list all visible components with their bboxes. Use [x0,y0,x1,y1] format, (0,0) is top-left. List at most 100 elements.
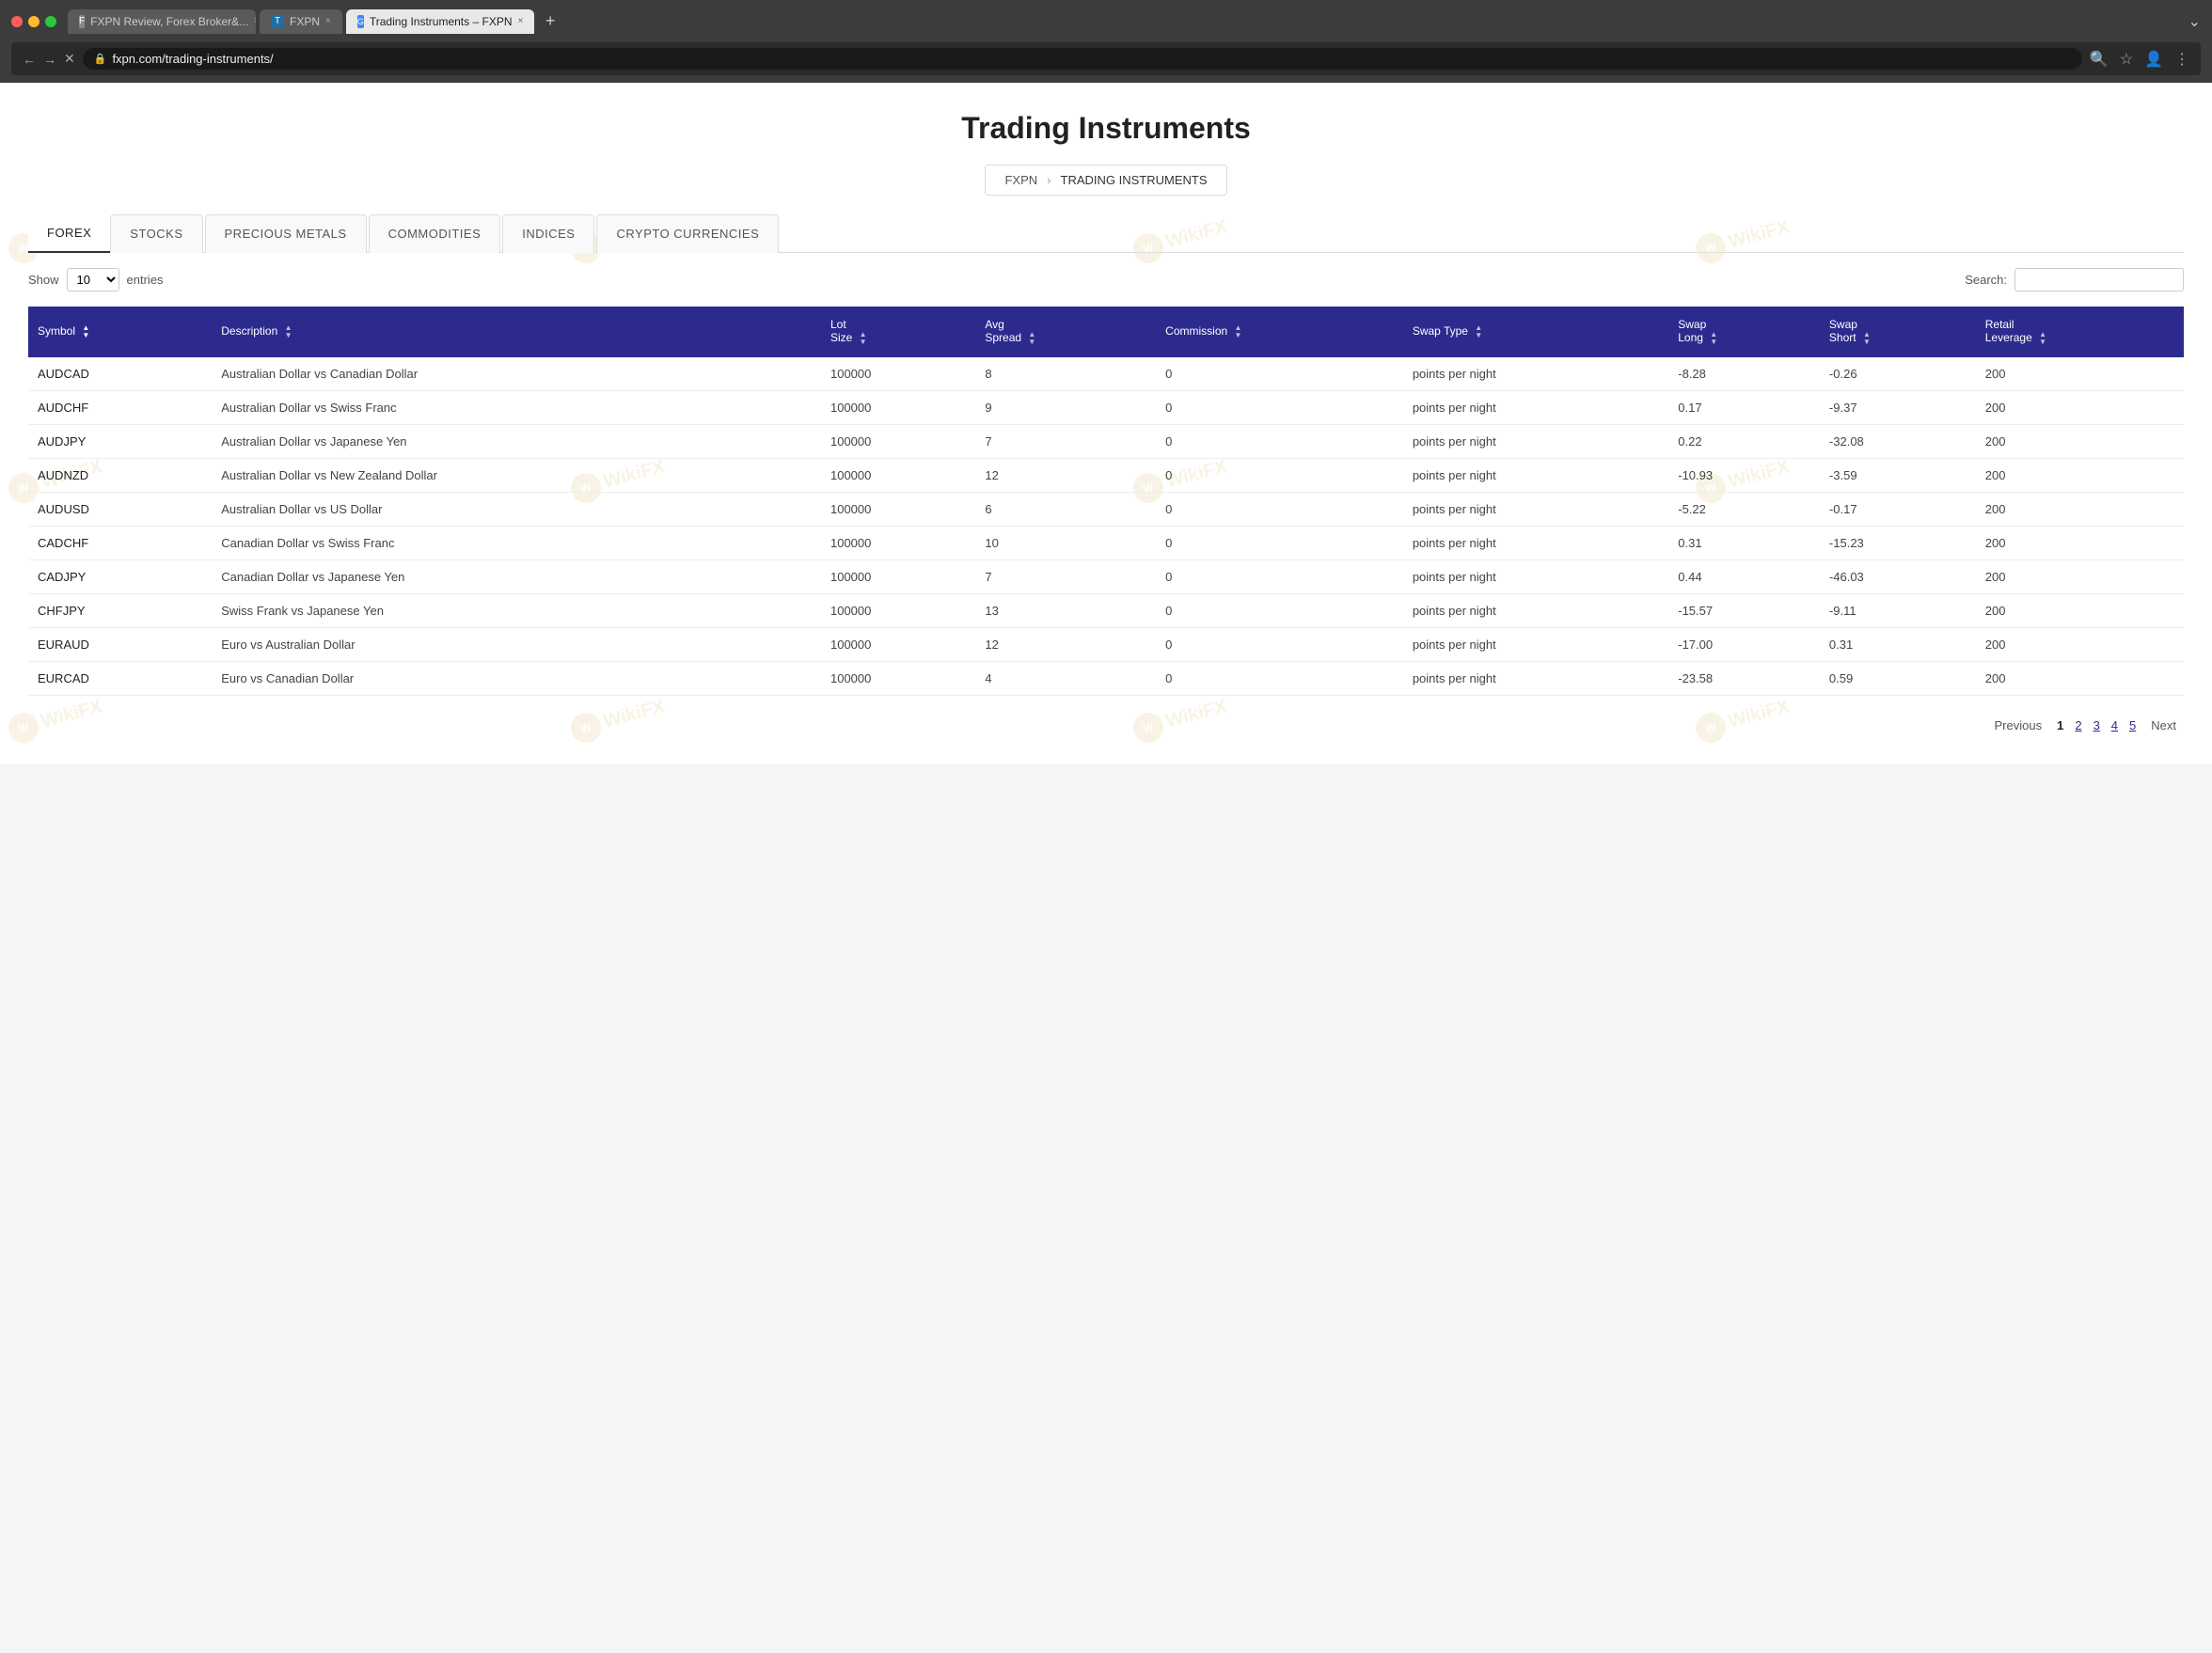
sort-icon-swap-short: ▲▼ [1863,331,1871,346]
tab-close-3[interactable]: × [518,16,524,26]
sort-icon-swap-type: ▲▼ [1475,324,1482,339]
maximize-window-button[interactable] [45,16,56,27]
cell-swap-long: -15.57 [1668,594,1820,628]
col-avg-spread[interactable]: AvgSpread ▲▼ [975,307,1156,357]
cell-commission: 0 [1156,527,1403,560]
sort-icon-avg-spread: ▲▼ [1028,331,1035,346]
cell-symbol: CADCHF [28,527,212,560]
cell-avg-spread: 10 [975,527,1156,560]
cell-description: Euro vs Australian Dollar [212,628,821,662]
cell-commission: 0 [1156,628,1403,662]
page-1[interactable]: 1 [2053,715,2067,736]
table-row: CADJPY Canadian Dollar vs Japanese Yen 1… [28,560,2184,594]
tab-favicon-2: T [271,15,284,28]
tab-crypto-currencies[interactable]: CRYPTO CURRENCIES [596,214,779,253]
cell-swap-type: points per night [1403,527,1668,560]
reload-button[interactable]: ✕ [64,51,75,67]
table-row: AUDNZD Australian Dollar vs New Zealand … [28,459,2184,493]
cell-retail-leverage: 200 [1976,493,2184,527]
back-button[interactable]: ← [23,52,36,67]
cell-swap-long: 0.17 [1668,391,1820,425]
bookmark-icon[interactable]: ☆ [2120,50,2133,69]
sort-icon-swap-long: ▲▼ [1710,331,1717,346]
cell-lot-size: 100000 [821,357,975,391]
new-tab-button[interactable]: + [538,8,563,35]
tab-stocks[interactable]: STOCKS [110,214,202,253]
cell-swap-long: 0.31 [1668,527,1820,560]
cell-swap-short: -46.03 [1820,560,1976,594]
tab-favicon-1: F [79,15,85,28]
cell-avg-spread: 4 [975,662,1156,696]
cell-lot-size: 100000 [821,527,975,560]
tab-indices[interactable]: INDICES [502,214,594,253]
browser-tab-2[interactable]: T FXPN × [260,9,342,34]
cell-description: Australian Dollar vs Swiss Franc [212,391,821,425]
cell-avg-spread: 6 [975,493,1156,527]
tab-precious-metals[interactable]: PRECIOUS METALS [205,214,367,253]
forward-button[interactable]: → [43,52,56,67]
page-header: Trading Instruments [0,83,2212,165]
cell-avg-spread: 7 [975,425,1156,459]
cell-swap-short: -0.17 [1820,493,1976,527]
tab-close-2[interactable]: × [325,16,331,26]
cell-commission: 0 [1156,560,1403,594]
browser-tab-1[interactable]: F FXPN Review, Forex Broker&... × [68,9,256,34]
cell-symbol: EURCAD [28,662,212,696]
cell-symbol: CADJPY [28,560,212,594]
col-description[interactable]: Description ▲▼ [212,307,821,357]
cell-retail-leverage: 200 [1976,527,2184,560]
cell-swap-long: -10.93 [1668,459,1820,493]
cell-swap-type: points per night [1403,357,1668,391]
minimize-window-button[interactable] [28,16,40,27]
cell-swap-long: -8.28 [1668,357,1820,391]
profile-icon[interactable]: 👤 [2144,50,2163,69]
table-header-row: Symbol ▲▼ Description ▲▼ LotSize ▲▼ AvgS… [28,307,2184,357]
tab-overflow-button[interactable]: ⌄ [2188,12,2201,31]
cell-description: Swiss Frank vs Japanese Yen [212,594,821,628]
page-3[interactable]: 3 [2090,715,2104,736]
cell-swap-long: 0.44 [1668,560,1820,594]
page-2[interactable]: 2 [2071,715,2085,736]
cell-commission: 0 [1156,425,1403,459]
cell-swap-type: points per night [1403,425,1668,459]
col-swap-long[interactable]: SwapLong ▲▼ [1668,307,1820,357]
close-window-button[interactable] [11,16,23,27]
sort-icon-commission: ▲▼ [1235,324,1242,339]
tab-forex[interactable]: FOREX [28,214,110,253]
search-icon[interactable]: 🔍 [2090,50,2109,69]
show-label: Show [28,273,59,287]
menu-icon[interactable]: ⋮ [2174,50,2189,69]
cell-commission: 0 [1156,493,1403,527]
col-swap-type[interactable]: Swap Type ▲▼ [1403,307,1668,357]
breadcrumb-wrapper: FXPN › TRADING INSTRUMENTS [0,165,2212,196]
search-input[interactable] [2014,268,2184,291]
tab-close-1[interactable]: × [254,16,256,26]
cell-lot-size: 100000 [821,662,975,696]
cell-swap-type: points per night [1403,662,1668,696]
entries-select[interactable]: 10 25 50 100 [67,268,119,291]
breadcrumb-separator: › [1047,173,1051,187]
search-box: Search: [1965,268,2184,291]
toolbar-icons: 🔍 ☆ 👤 ⋮ [2090,50,2189,69]
cell-avg-spread: 7 [975,560,1156,594]
previous-button[interactable]: Previous [1987,715,2050,736]
col-commission[interactable]: Commission ▲▼ [1156,307,1403,357]
tab-commodities[interactable]: COMMODITIES [369,214,501,253]
cell-swap-long: -23.58 [1668,662,1820,696]
url-input-area[interactable]: 🔒 fxpn.com/trading-instruments/ [83,48,2082,70]
cell-swap-long: -5.22 [1668,493,1820,527]
table-wrapper: Symbol ▲▼ Description ▲▼ LotSize ▲▼ AvgS… [0,307,2212,696]
col-retail-leverage[interactable]: RetailLeverage ▲▼ [1976,307,2184,357]
col-lot-size[interactable]: LotSize ▲▼ [821,307,975,357]
table-controls: Show 10 25 50 100 entries Search: [0,253,2212,307]
col-swap-short[interactable]: SwapShort ▲▼ [1820,307,1976,357]
page-4[interactable]: 4 [2108,715,2122,736]
browser-tab-3[interactable]: G Trading Instruments – FXPN × [346,9,534,34]
pagination: Previous 1 2 3 4 5 Next [0,696,2212,764]
cell-retail-leverage: 200 [1976,594,2184,628]
page-5[interactable]: 5 [2125,715,2140,736]
next-button[interactable]: Next [2143,715,2184,736]
breadcrumb-parent[interactable]: FXPN [1004,173,1037,187]
cell-retail-leverage: 200 [1976,391,2184,425]
col-symbol[interactable]: Symbol ▲▼ [28,307,212,357]
